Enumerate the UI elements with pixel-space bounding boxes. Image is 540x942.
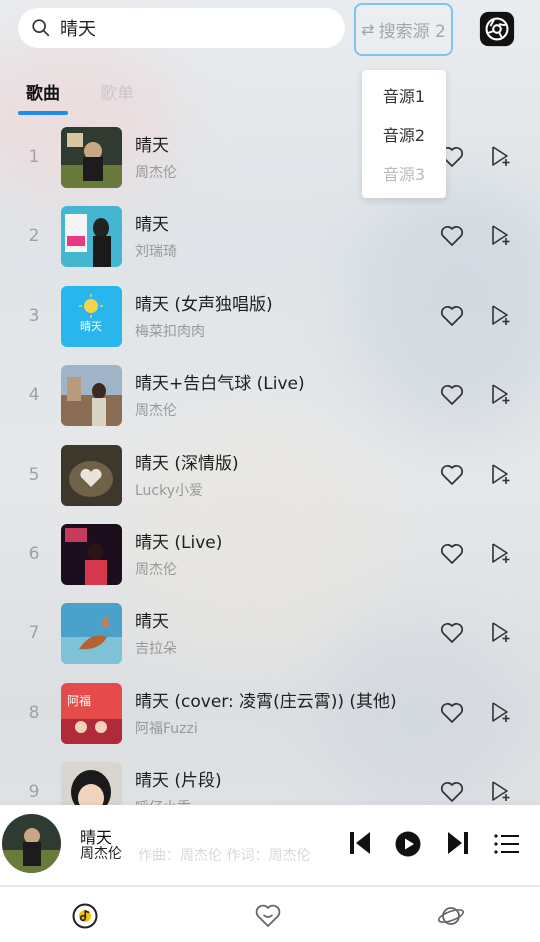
song-artist: Lucky小爱 [135, 483, 204, 499]
heart-icon[interactable] [440, 305, 464, 327]
search-source-label: 搜索源 2 [378, 22, 446, 42]
song-artist: 周杰伦 [135, 165, 177, 181]
add-to-queue-icon[interactable] [490, 304, 512, 326]
add-to-queue-icon[interactable] [490, 542, 512, 564]
previous-icon[interactable] [348, 830, 372, 856]
search-bar[interactable] [18, 8, 345, 48]
add-to-queue-icon[interactable] [490, 224, 512, 246]
heart-icon[interactable] [440, 543, 464, 565]
song-cover: 阿福 [61, 683, 122, 744]
swap-icon: ⇄ [361, 20, 375, 39]
add-to-queue-icon[interactable] [490, 463, 512, 485]
add-to-queue-icon[interactable] [490, 145, 512, 167]
song-index: 8 [28, 703, 40, 723]
next-icon[interactable] [446, 830, 470, 856]
heart-icon[interactable] [440, 225, 464, 247]
song-title: 晴天 (cover: 凌霄(庄云霄)) (其他) [135, 692, 397, 712]
song-title: 晴天 (深情版) [135, 454, 239, 474]
heart-icon[interactable] [440, 384, 464, 406]
song-title: 晴天 [135, 136, 169, 156]
song-cover [61, 206, 122, 267]
song-row[interactable]: 3 晴天 晴天 (女声独唱版) 梅菜扣肉肉 [0, 286, 540, 365]
song-artist: 吉拉朵 [135, 641, 177, 657]
song-artist: 阿福Fuzzi [135, 721, 198, 737]
song-title: 晴天 (片段) [135, 771, 222, 791]
bottom-nav [0, 886, 540, 942]
song-title: 晴天 (Live) [135, 533, 223, 553]
source-option-1[interactable]: 音源1 [383, 83, 425, 107]
tab-songs[interactable]: 歌曲 [26, 79, 60, 104]
search-input[interactable] [60, 17, 320, 39]
song-artist: 周杰伦 [135, 562, 177, 578]
tab-playlists[interactable]: 歌单 [100, 79, 134, 104]
active-tab-indicator [18, 111, 68, 115]
song-title: 晴天 [135, 612, 169, 632]
song-row[interactable]: 1 晴天 周杰伦 [0, 127, 540, 206]
song-row[interactable]: 6 晴天 (Live) 周杰伦 [0, 524, 540, 603]
favorites-icon[interactable] [254, 902, 282, 930]
now-playing-cover[interactable] [2, 814, 61, 873]
song-artist: 刘瑞琦 [135, 244, 177, 260]
song-index: 1 [28, 147, 40, 167]
song-row[interactable]: 2 晴天 刘瑞琦 [0, 206, 540, 285]
song-artist: 梅菜扣肉肉 [135, 324, 205, 340]
song-index: 6 [28, 544, 40, 564]
playlist-icon[interactable] [494, 833, 520, 855]
song-artist: 周杰伦 [135, 403, 177, 419]
add-to-queue-icon[interactable] [490, 780, 512, 802]
now-playing-artist: 周杰伦 [80, 846, 122, 862]
song-index: 3 [28, 306, 40, 326]
add-to-queue-icon[interactable] [490, 383, 512, 405]
song-cover [61, 524, 122, 585]
planet-icon[interactable] [437, 902, 465, 930]
song-index: 5 [28, 465, 40, 485]
song-cover [61, 365, 122, 426]
settings-icon[interactable] [478, 10, 516, 48]
heart-icon[interactable] [440, 622, 464, 644]
player-bar[interactable]: 作曲：周杰伦 作词：周杰伦 晴天 周杰伦 [0, 805, 540, 885]
search-source-button[interactable]: ⇄ 搜索源 2 [354, 3, 453, 56]
add-to-queue-icon[interactable] [490, 621, 512, 643]
heart-icon[interactable] [440, 702, 464, 724]
song-title: 晴天 (女声独唱版) [135, 295, 273, 315]
lyric-text: 作曲：周杰伦 作词：周杰伦 [138, 848, 311, 864]
song-row[interactable]: 5 晴天 (深情版) Lucky小爱 [0, 445, 540, 524]
source-dropdown: 音源1 音源2 音源3 [362, 70, 446, 198]
song-index: 7 [28, 623, 40, 643]
song-row[interactable]: 7 晴天 吉拉朵 [0, 603, 540, 682]
heart-icon[interactable] [440, 464, 464, 486]
heart-icon[interactable] [440, 781, 464, 803]
song-cover [61, 603, 122, 664]
song-cover: 晴天 [61, 286, 122, 347]
song-cover [61, 445, 122, 506]
source-option-3: 音源3 [382, 164, 426, 184]
song-index: 4 [28, 385, 40, 405]
play-icon[interactable] [395, 831, 421, 857]
svg-text:晴天: 晴天 [80, 320, 102, 333]
song-row[interactable]: 4 晴天+告白气球 (Live) 周杰伦 [0, 365, 540, 444]
source-option-2[interactable]: 音源2 [383, 122, 425, 146]
song-index: 2 [28, 226, 40, 246]
song-cover [61, 127, 122, 188]
song-title: 晴天 [135, 215, 169, 235]
song-row[interactable]: 8 阿福 晴天 (cover: 凌霄(庄云霄)) (其他) 阿福Fuzzi [0, 683, 540, 762]
svg-text:阿福: 阿福 [67, 693, 91, 708]
song-title: 晴天+告白气球 (Live) [135, 374, 305, 394]
search-icon [32, 19, 50, 37]
music-disc-icon[interactable] [71, 902, 99, 930]
add-to-queue-icon[interactable] [490, 701, 512, 723]
